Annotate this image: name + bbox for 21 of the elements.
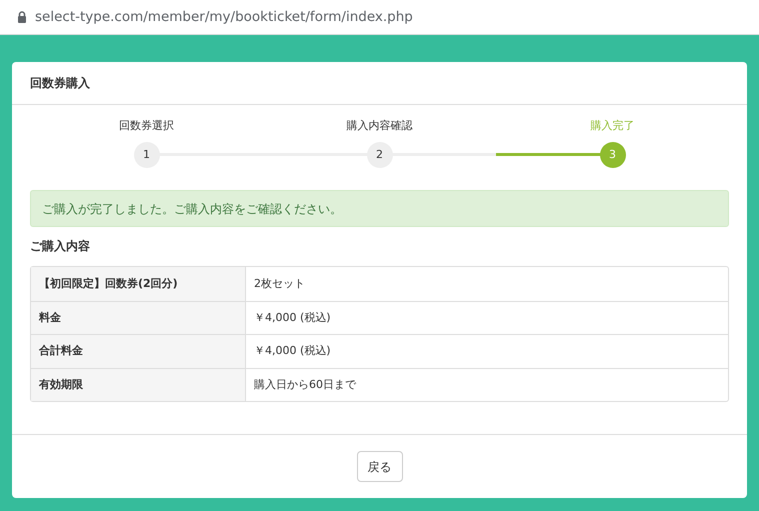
table-header-cell: 有効期限 [31, 368, 246, 401]
step-label: 購入内容確認 [346, 118, 412, 134]
address-bar[interactable]: select-type.com/member/my/bookticket/form/index.php [0, 0, 759, 35]
step-label: 購入完了 [590, 118, 634, 134]
success-alert: ご購入が完了しました。ご購入内容をご確認ください。 [30, 190, 729, 227]
table-header-cell: 【初回限定】回数券(2回分) [31, 267, 246, 300]
table-cell-text: ￥4,000 (税込) [253, 343, 332, 359]
url-text: select-type.com/member/my/bookticket/form/index.php [35, 8, 413, 27]
step-label: 回数券選択 [119, 118, 174, 134]
table-header-cell: 合計料金 [31, 335, 246, 368]
step-number: 3 [600, 142, 626, 168]
lock-icon [17, 11, 27, 23]
step-number: 1 [134, 142, 160, 168]
table-cell-text: ￥4,000 (税込) [253, 310, 332, 326]
card-title: 回数券購入 [30, 75, 90, 92]
table-cell-text: 購入日から60日まで [253, 376, 358, 392]
step-number: 2 [366, 142, 392, 168]
table-header-cell: 料金 [31, 302, 246, 334]
table-cell-text: 2枚セット [253, 276, 306, 292]
section-title: ご購入内容 [30, 238, 91, 255]
back-button[interactable]: 戻る [356, 451, 402, 482]
